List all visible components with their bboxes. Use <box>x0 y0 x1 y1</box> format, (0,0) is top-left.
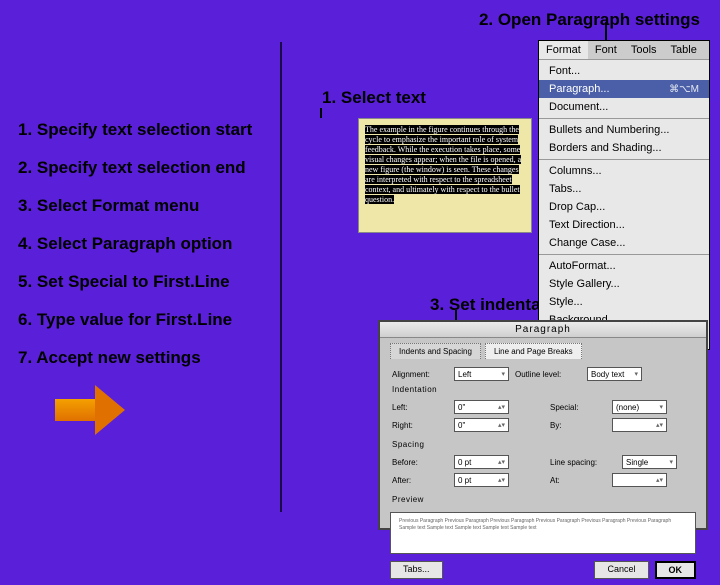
alignment-select[interactable]: Left▾ <box>454 367 509 381</box>
right-label: Right: <box>392 421 448 430</box>
step-item: 7. Accept new settings <box>18 348 252 368</box>
ok-button[interactable]: OK <box>655 561 697 579</box>
step-item: 1. Specify text selection start <box>18 120 252 140</box>
before-field[interactable]: 0 pt▴▾ <box>454 455 509 469</box>
stepper-icon: ▴▾ <box>498 458 505 466</box>
heading-select-text: 1. Select text <box>322 88 426 108</box>
format-menu: Format Font Tools Table Font... Paragrap… <box>538 40 710 350</box>
chevron-down-icon: ▾ <box>501 370 505 378</box>
menu-bar-item-format[interactable]: Format <box>539 41 588 59</box>
chevron-down-icon: ▾ <box>659 403 663 411</box>
menu-item-stylegallery[interactable]: Style Gallery... <box>539 275 709 293</box>
callout-line <box>320 108 322 118</box>
at-field[interactable]: ▴▾ <box>612 473 667 487</box>
tab-indents-spacing[interactable]: Indents and Spacing <box>390 343 481 359</box>
step-item: 6. Type value for First.Line <box>18 310 252 330</box>
chevron-down-icon: ▾ <box>634 370 638 378</box>
menu-item-autoformat[interactable]: AutoFormat... <box>539 257 709 275</box>
linespacing-select[interactable]: Single▾ <box>622 455 677 469</box>
menu-item-borders[interactable]: Borders and Shading... <box>539 139 709 157</box>
menu-bar-item-tools[interactable]: Tools <box>624 41 664 59</box>
outline-select[interactable]: Body text▾ <box>587 367 642 381</box>
menu-item-document[interactable]: Document... <box>539 98 709 116</box>
step-item: 4. Select Paragraph option <box>18 234 252 254</box>
left-label: Left: <box>392 403 448 412</box>
special-label: Special: <box>550 403 606 412</box>
indentation-group-label: Indentation <box>392 385 694 394</box>
stepper-icon: ▴▾ <box>498 421 505 429</box>
selected-text-panel: The example in the figure continues thro… <box>358 118 532 233</box>
menu-item-dropcap[interactable]: Drop Cap... <box>539 198 709 216</box>
menu-item-tabs[interactable]: Tabs... <box>539 180 709 198</box>
linespacing-label: Line spacing: <box>550 458 616 467</box>
stepper-icon: ▴▾ <box>656 421 663 429</box>
menu-bar-item-table[interactable]: Table <box>664 41 704 59</box>
menu-bar-item-font[interactable]: Font <box>588 41 624 59</box>
arrow-icon <box>55 385 125 435</box>
step-item: 3. Select Format menu <box>18 196 252 216</box>
after-field[interactable]: 0 pt▴▾ <box>454 473 509 487</box>
by-label: By: <box>550 421 606 430</box>
right-indent-field[interactable]: 0"▴▾ <box>454 418 509 432</box>
menu-item-paragraph[interactable]: Paragraph...⌘⌥M <box>539 80 709 98</box>
before-label: Before: <box>392 458 448 467</box>
after-label: After: <box>392 476 448 485</box>
menu-item-columns[interactable]: Columns... <box>539 162 709 180</box>
shortcut-label: ⌘⌥M <box>669 84 699 95</box>
paragraph-dialog: Paragraph Indents and Spacing Line and P… <box>378 320 708 530</box>
preview-box: Previous Paragraph Previous Paragraph Pr… <box>390 512 696 554</box>
heading-open-paragraph: 2. Open Paragraph settings <box>479 10 700 30</box>
preview-label: Preview <box>392 495 694 504</box>
callout-line <box>455 310 457 320</box>
alignment-label: Alignment: <box>392 370 448 379</box>
dialog-title: Paragraph <box>380 322 706 338</box>
menu-item-changecase[interactable]: Change Case... <box>539 234 709 252</box>
stepper-icon: ▴▾ <box>498 476 505 484</box>
document-text[interactable]: The example in the figure continues thro… <box>365 125 525 205</box>
menu-bar: Format Font Tools Table <box>539 41 709 60</box>
tabs-button[interactable]: Tabs... <box>390 561 443 579</box>
menu-item-textdirection[interactable]: Text Direction... <box>539 216 709 234</box>
menu-item-font[interactable]: Font... <box>539 62 709 80</box>
by-field[interactable]: ▴▾ <box>612 418 667 432</box>
tab-line-page[interactable]: Line and Page Breaks <box>485 343 582 359</box>
cancel-button[interactable]: Cancel <box>594 561 648 579</box>
stepper-icon: ▴▾ <box>498 403 505 411</box>
menu-item-bullets[interactable]: Bullets and Numbering... <box>539 121 709 139</box>
special-select[interactable]: (none)▾ <box>612 400 667 414</box>
vertical-divider <box>280 42 282 512</box>
step-item: 2. Specify text selection end <box>18 158 252 178</box>
menu-item-style[interactable]: Style... <box>539 293 709 311</box>
stepper-icon: ▴▾ <box>656 476 663 484</box>
chevron-down-icon: ▾ <box>669 458 673 466</box>
step-item: 5. Set Special to First.Line <box>18 272 252 292</box>
steps-list: 1. Specify text selection start 2. Speci… <box>18 120 252 386</box>
outline-label: Outline level: <box>515 370 581 379</box>
at-label: At: <box>550 476 606 485</box>
spacing-group-label: Spacing <box>392 440 694 449</box>
left-indent-field[interactable]: 0"▴▾ <box>454 400 509 414</box>
